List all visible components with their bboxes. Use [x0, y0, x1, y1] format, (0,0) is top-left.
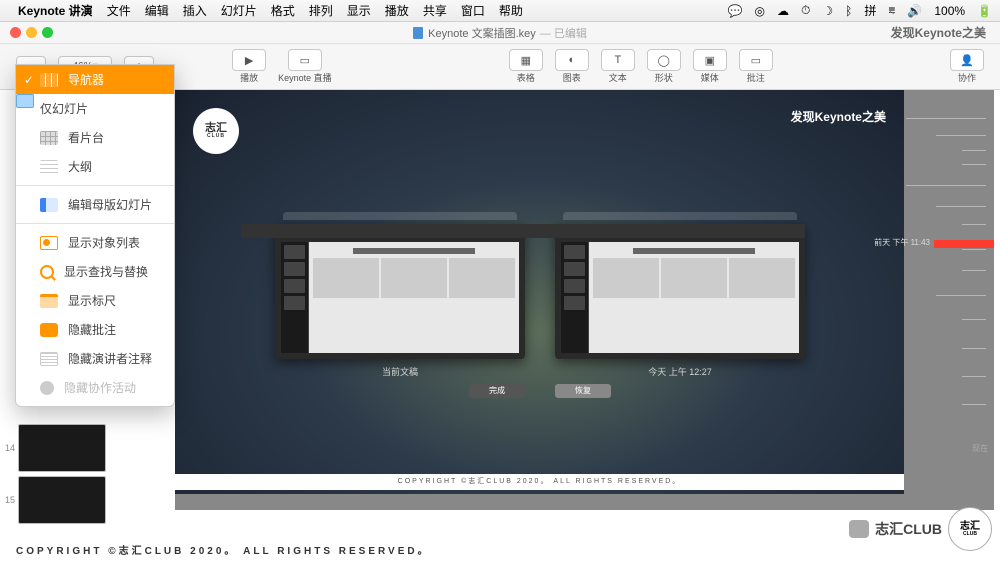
timeline-marker[interactable] — [934, 240, 994, 248]
menu-play[interactable]: 播放 — [385, 2, 409, 19]
menu-share[interactable]: 共享 — [423, 2, 447, 19]
dropdown-edit-master[interactable]: 编辑母版幻灯片 — [16, 190, 174, 219]
collab-button[interactable]: 👤协作 — [944, 49, 990, 84]
notes-icon — [40, 352, 58, 366]
timer-icon[interactable]: ⏱ — [801, 3, 810, 18]
keynote-live-button[interactable]: ▭Keynote 直播 — [272, 49, 338, 84]
dropdown-separator — [16, 223, 174, 224]
watermark-text: 志汇CLUB — [875, 519, 942, 539]
dropdown-hide-notes[interactable]: 隐藏演讲者注释 — [16, 344, 174, 373]
grid-icon — [40, 131, 58, 145]
document-icon — [413, 27, 423, 39]
slide-brand-text: 发现Keynote之美 — [791, 108, 886, 125]
slide-logo: 志汇CLUB — [193, 108, 239, 154]
dropdown-find-replace[interactable]: 显示查找与替换 — [16, 257, 174, 286]
macos-menubar: Keynote 讲演 文件 编辑 插入 幻灯片 格式 排列 显示 播放 共享 窗… — [0, 0, 1000, 22]
master-icon — [40, 198, 58, 212]
slide-thumbnails: 14 15 — [0, 420, 108, 528]
slide-canvas[interactable]: 志汇CLUB 发现Keynote之美 当前文稿 完成 今天 上午 12:27 恢… — [175, 90, 904, 494]
version-window-previous[interactable] — [555, 224, 805, 359]
version-label-date: 今天 上午 12:27 — [555, 365, 805, 378]
watermark: 志汇CLUB 志汇CLUB — [849, 507, 992, 551]
menu-edit[interactable]: 编辑 — [145, 2, 169, 19]
menu-insert[interactable]: 插入 — [183, 2, 207, 19]
search-icon — [40, 265, 54, 279]
wifi-icon[interactable]: ⩳ — [888, 3, 895, 18]
dropdown-navigator[interactable]: 导航器 — [16, 65, 174, 94]
table-button[interactable]: ▦表格 — [503, 49, 549, 84]
dropdown-hide-comments[interactable]: 隐藏批注 — [16, 315, 174, 344]
dropdown-outline[interactable]: 大纲 — [16, 152, 174, 181]
cc-icon[interactable]: ◎ — [755, 4, 765, 18]
navigator-icon — [40, 73, 58, 87]
menu-file[interactable]: 文件 — [107, 2, 131, 19]
fullscreen-button[interactable] — [42, 27, 53, 38]
app-name[interactable]: Keynote 讲演 — [18, 2, 93, 19]
outline-icon — [40, 160, 58, 174]
version-browser: 当前文稿 完成 今天 上午 12:27 恢复 — [275, 240, 805, 398]
media-button[interactable]: ▣媒体 — [687, 49, 733, 84]
canvas-area: 志汇CLUB 发现Keynote之美 当前文稿 完成 今天 上午 12:27 恢… — [175, 90, 994, 510]
version-previous: 今天 上午 12:27 恢复 — [555, 240, 805, 398]
dropdown-light-table[interactable]: 看片台 — [16, 123, 174, 152]
document-title: Keynote 文案插图.key — [428, 25, 536, 41]
slide-only-icon — [16, 94, 34, 108]
window-titlebar: Keynote 文案插图.key — 已编辑 发现Keynote之美 — [0, 22, 1000, 44]
menu-format[interactable]: 格式 — [271, 2, 295, 19]
cloud-icon[interactable]: ☁ — [777, 4, 789, 18]
dropdown-hide-collab: 隐藏协作活动 — [16, 373, 174, 402]
restore-button[interactable]: 恢复 — [555, 384, 611, 398]
version-label-current: 当前文稿 — [275, 365, 525, 378]
close-button[interactable] — [10, 27, 21, 38]
page-copyright: COPYRIGHT ©志汇CLUB 2020。 ALL RIGHTS RESER… — [16, 542, 431, 557]
play-button[interactable]: ▶播放 — [226, 49, 272, 84]
dropdown-show-rulers[interactable]: 显示标尺 — [16, 286, 174, 315]
bluetooth-icon[interactable]: ᛒ — [845, 4, 852, 18]
comment-button[interactable]: ▭批注 — [733, 49, 779, 84]
version-window-current[interactable] — [275, 224, 525, 359]
battery-icon[interactable]: 🔋 — [977, 4, 992, 18]
timeline-now-label: 现在 — [972, 443, 988, 454]
shape-button[interactable]: ◯形状 — [641, 49, 687, 84]
wechat-watermark-icon — [849, 520, 869, 538]
dropdown-slide-only[interactable]: 仅幻灯片 — [16, 94, 174, 123]
text-button[interactable]: T文本 — [595, 49, 641, 84]
thumbnail-14[interactable]: 14 — [18, 424, 106, 472]
menu-arrange[interactable]: 排列 — [309, 2, 333, 19]
titlebar-brand: 发现Keynote之美 — [891, 24, 986, 41]
objects-icon — [40, 236, 58, 250]
comment-icon — [40, 323, 58, 337]
version-timeline[interactable]: 前天 下午 11:43 现在 — [906, 90, 994, 494]
menu-view[interactable]: 显示 — [347, 2, 371, 19]
thumbnail-15[interactable]: 15 — [18, 476, 106, 524]
volume-icon[interactable]: 🔊 — [907, 4, 922, 18]
input-icon[interactable]: 拼 — [864, 2, 876, 19]
slide-copyright: COPYRIGHT ©志汇CLUB 2020。 ALL RIGHTS RESER… — [175, 474, 904, 490]
dropdown-separator — [16, 185, 174, 186]
collab-icon — [40, 381, 54, 395]
watermark-logo: 志汇CLUB — [948, 507, 992, 551]
ruler-icon — [40, 294, 58, 308]
minimize-button[interactable] — [26, 27, 37, 38]
done-button[interactable]: 完成 — [469, 384, 525, 398]
dropdown-object-list[interactable]: 显示对象列表 — [16, 228, 174, 257]
menu-window[interactable]: 窗口 — [461, 2, 485, 19]
view-dropdown-menu: 导航器 仅幻灯片 看片台 大纲 编辑母版幻灯片 显示对象列表 显示查找与替换 显… — [15, 64, 175, 407]
chart-button[interactable]: ◐图表 — [549, 49, 595, 84]
edited-status: — 已编辑 — [540, 25, 587, 41]
menu-help[interactable]: 帮助 — [499, 2, 523, 19]
battery-text: 100% — [934, 4, 965, 18]
dnd-icon[interactable]: ☽ — [822, 4, 833, 18]
timeline-marker-label: 前天 下午 11:43 — [874, 237, 930, 248]
menu-slide[interactable]: 幻灯片 — [221, 2, 257, 19]
version-current: 当前文稿 完成 — [275, 240, 525, 398]
wechat-icon[interactable]: 💬 — [728, 4, 743, 18]
